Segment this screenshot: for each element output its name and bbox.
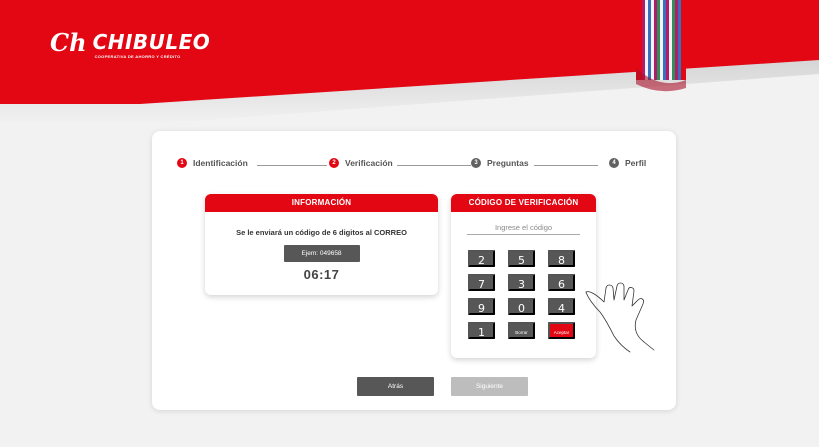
keypad-key-1[interactable]: 1 [468, 322, 495, 339]
keypad-key-7[interactable]: 7 [468, 274, 495, 291]
countdown-timer: 06:17 [303, 267, 340, 282]
step-number: 2 [329, 158, 339, 168]
verification-code-input[interactable] [467, 220, 580, 235]
step-perfil: 4 Perfil [609, 158, 646, 168]
numeric-keypad: 2 5 8 7 3 6 9 0 4 1 Borrar Aceptar [468, 250, 575, 339]
brand-logo[interactable]: Ch CHIBULEO COOPERATIVA DE AHORRO Y CRÉD… [50, 28, 211, 60]
progress-stepper: 1 Identificación 2 Verificación 3 Pregun… [177, 158, 657, 172]
next-button[interactable]: Siguiente [451, 377, 528, 396]
step-number: 3 [471, 158, 481, 168]
code-example: Ejem: 049658 [283, 245, 360, 262]
step-connector [397, 165, 471, 166]
step-preguntas: 3 Preguntas [471, 158, 529, 168]
keypad-key-8[interactable]: 8 [548, 250, 575, 267]
hand-pointer-icon [585, 282, 655, 353]
step-label: Identificación [193, 158, 248, 168]
code-panel-title: CÓDIGO DE VERIFICACIÓN [451, 194, 596, 212]
logo-mark-icon: Ch [50, 28, 87, 57]
keypad-key-5[interactable]: 5 [508, 250, 535, 267]
info-panel-title: INFORMACIÓN [205, 194, 438, 212]
keypad-key-0[interactable]: 0 [508, 298, 535, 315]
info-panel: INFORMACIÓN Se le enviará un código de 6… [205, 194, 438, 295]
step-number: 4 [609, 158, 619, 168]
info-message: Se le enviará un código de 6 digitos al … [236, 228, 407, 237]
step-number: 1 [177, 158, 187, 168]
step-label: Verificación [345, 158, 393, 168]
keypad-key-9[interactable]: 9 [468, 298, 495, 315]
back-button[interactable]: Atrás [357, 377, 434, 396]
step-verificacion: 2 Verificación [329, 158, 393, 168]
keypad-key-6[interactable]: 6 [548, 274, 575, 291]
brand-name: CHIBULEO [92, 30, 211, 54]
keypad-key-3[interactable]: 3 [508, 274, 535, 291]
step-label: Preguntas [487, 158, 529, 168]
textile-ribbon-decoration [636, 0, 686, 92]
keypad-key-4[interactable]: 4 [548, 298, 575, 315]
step-identificacion: 1 Identificación [177, 158, 248, 168]
keypad-accept-button[interactable]: Aceptar [548, 322, 575, 339]
verification-code-panel: CÓDIGO DE VERIFICACIÓN 2 5 8 7 3 6 9 0 4… [451, 194, 596, 358]
step-label: Perfil [625, 158, 647, 168]
brand-subtitle: COOPERATIVA DE AHORRO Y CRÉDITO [94, 54, 181, 59]
step-connector [257, 165, 327, 166]
keypad-key-2[interactable]: 2 [468, 250, 495, 267]
keypad-clear-button[interactable]: Borrar [508, 322, 535, 339]
header-banner [0, 0, 819, 125]
step-connector [534, 165, 598, 166]
